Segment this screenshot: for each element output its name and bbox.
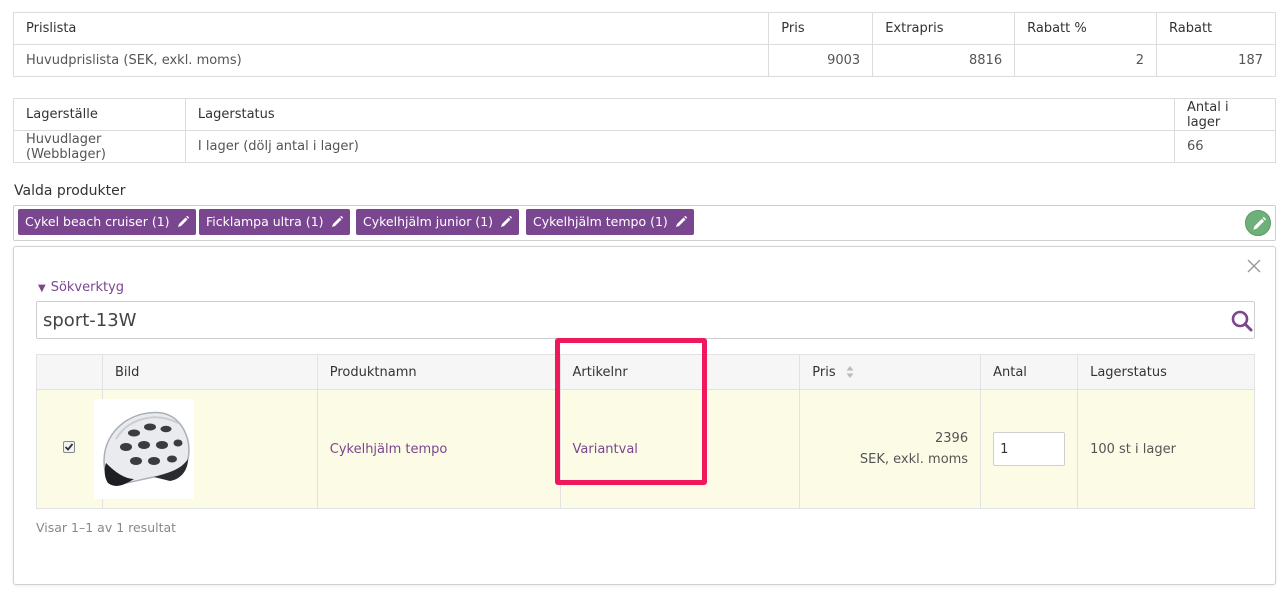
product-search-panel: ▼ Sökverktyg Bild Produktnamn Artikelnr P… [13, 246, 1276, 585]
product-chip[interactable]: Ficklampa ultra (1) [199, 209, 350, 235]
col-select [36, 354, 103, 390]
col-lagerstatus: Lagerstatus [1077, 354, 1255, 390]
chip-label: Ficklampa ultra (1) [206, 214, 324, 229]
col-produktnamn: Produktnamn [316, 354, 561, 390]
discount-percent-value: 2 [1014, 44, 1158, 77]
search-icon[interactable] [1231, 310, 1253, 332]
stock-status: I lager (dölj antal i lager) [184, 130, 1176, 163]
col-extrapris: Extrapris [872, 12, 1016, 45]
quantity-input[interactable] [993, 432, 1066, 466]
image-cell [93, 389, 318, 509]
table-row: Cykelhjälm tempo Variantval 2396 SEK, ex… [36, 389, 1255, 509]
stock-row: Huvudlager (Webblager) I lager (dölj ant… [13, 130, 1276, 163]
chip-label: Cykelhjälm tempo (1) [533, 214, 668, 229]
col-lagerstalle: Lagerställe [13, 98, 186, 131]
results-count: Visar 1–1 av 1 resultat [36, 520, 177, 535]
close-icon[interactable] [1247, 259, 1261, 273]
quantity-cell [980, 389, 1079, 509]
col-lagerstatus: Lagerstatus [184, 98, 1176, 131]
triangle-down-icon: ▼ [38, 283, 46, 294]
product-name-link[interactable]: Cykelhjälm tempo [330, 442, 448, 457]
search-input[interactable] [36, 301, 1255, 339]
price-cell: 2396 SEK, exkl. moms [799, 389, 982, 509]
col-antal-i-lager: Antal i lager [1174, 98, 1276, 131]
article-no-cell: Variantval [559, 389, 801, 509]
check-icon [65, 443, 74, 451]
col-pris-sortable[interactable]: Pris [799, 354, 982, 390]
edit-selection-button[interactable] [1245, 210, 1271, 236]
product-name-cell: Cykelhjälm tempo [316, 389, 561, 509]
sort-icon[interactable] [846, 365, 854, 379]
pencil-icon[interactable] [176, 215, 190, 229]
stock-status-cell: 100 st i lager [1077, 389, 1255, 509]
results-table: Bild Produktnamn Artikelnr Pris Antal La… [36, 354, 1255, 509]
stock-table: Lagerställe Lagerstatus Antal i lager Hu… [13, 98, 1276, 163]
product-chip[interactable]: Cykelhjälm tempo (1) [526, 209, 694, 235]
selected-products-label: Valda produkter [14, 183, 126, 199]
pencil-icon[interactable] [674, 215, 688, 229]
result-price: 2396 [935, 431, 969, 446]
col-prislista: Prislista [12, 12, 770, 45]
select-checkbox[interactable] [63, 441, 76, 453]
product-image [93, 399, 194, 499]
results-header-row: Bild Produktnamn Artikelnr Pris Antal La… [36, 354, 1255, 390]
stock-quantity: 66 [1174, 130, 1276, 163]
discount-value: 187 [1156, 44, 1276, 77]
variant-select-link[interactable]: Variantval [573, 442, 638, 457]
pencil-icon[interactable] [330, 215, 344, 229]
col-pris: Pris [768, 12, 874, 45]
edit-circle-icon [1253, 216, 1267, 230]
product-chip[interactable]: Cykel beach cruiser (1) [18, 209, 196, 235]
stock-header-row: Lagerställe Lagerstatus Antal i lager [13, 98, 1276, 131]
selected-products-box: Cykel beach cruiser (1) Ficklampa ultra … [13, 205, 1276, 241]
col-antal: Antal [980, 354, 1079, 390]
col-bild: Bild [101, 354, 318, 390]
price-list-header-row: Prislista Pris Extrapris Rabatt % Rabatt [12, 12, 1276, 45]
price-list-name: Huvudprislista (SEK, exkl. moms) [12, 44, 770, 77]
price-list-row: Huvudprislista (SEK, exkl. moms) 9003 88… [12, 44, 1276, 77]
search-tools-toggle[interactable]: ▼ Sökverktyg [38, 280, 124, 295]
extra-price-value: 8816 [872, 44, 1016, 77]
result-price-note: SEK, exkl. moms [859, 452, 969, 467]
col-rabatt-procent: Rabatt % [1014, 12, 1158, 45]
col-rabatt: Rabatt [1156, 12, 1276, 45]
col-pris-label: Pris [812, 364, 836, 380]
price-list-table: Prislista Pris Extrapris Rabatt % Rabatt… [12, 12, 1276, 77]
col-artikelnr: Artikelnr [559, 354, 801, 390]
chip-label: Cykel beach cruiser (1) [25, 214, 170, 229]
chip-label: Cykelhjälm junior (1) [363, 214, 494, 229]
warehouse-name: Huvudlager (Webblager) [13, 130, 186, 163]
search-tools-label: Sökverktyg [50, 280, 125, 295]
product-chip[interactable]: Cykelhjälm junior (1) [356, 209, 520, 235]
price-value: 9003 [768, 44, 874, 77]
select-cell [36, 389, 103, 509]
pencil-icon[interactable] [499, 215, 513, 229]
